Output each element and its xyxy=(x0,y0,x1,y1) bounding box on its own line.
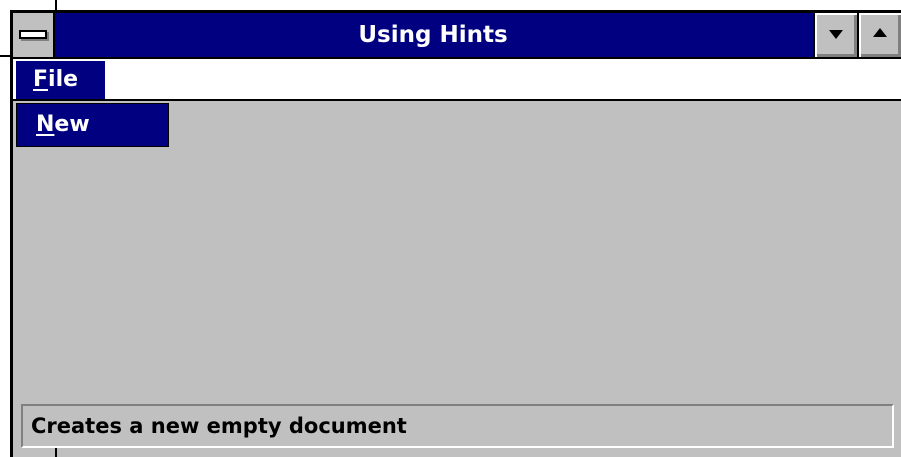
status-hint: Creates a new empty document xyxy=(31,414,407,438)
file-dropdown: New xyxy=(16,103,169,147)
system-menu-button[interactable] xyxy=(13,13,55,57)
menu-new-mnemonic: N xyxy=(36,112,55,137)
menu-item-new[interactable]: New xyxy=(17,104,168,146)
title-bar[interactable]: Using Hints xyxy=(13,13,901,59)
system-menu-icon xyxy=(19,30,47,39)
menu-file[interactable]: File xyxy=(16,61,105,99)
triangle-up-icon xyxy=(873,28,887,37)
menu-new-label: ew xyxy=(54,112,90,137)
window-title: Using Hints xyxy=(358,22,508,48)
status-bar: Creates a new empty document xyxy=(21,404,894,448)
frame-divider xyxy=(0,55,10,57)
frame-divider xyxy=(55,447,57,457)
triangle-down-icon xyxy=(829,30,843,39)
frame-divider xyxy=(55,0,57,10)
minimize-button[interactable] xyxy=(813,13,857,57)
menu-bar: File xyxy=(13,59,901,101)
maximize-button[interactable] xyxy=(857,13,901,57)
menu-file-label: ile xyxy=(48,67,79,92)
menu-file-mnemonic: F xyxy=(33,67,49,92)
